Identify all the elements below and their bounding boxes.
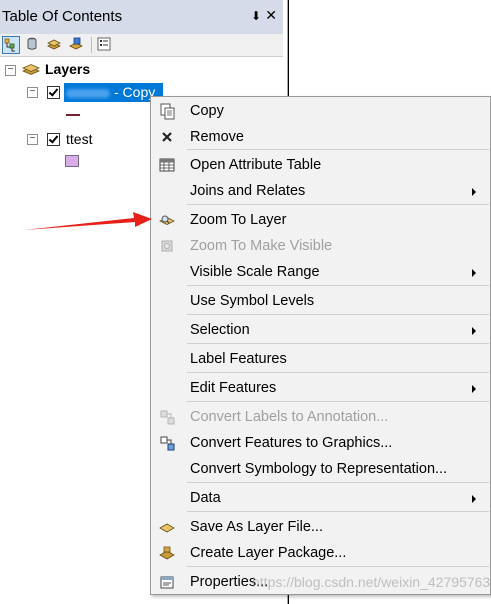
menu-item-create-layer-package[interactable]: Create Layer Package... <box>151 541 490 565</box>
copy-icon <box>160 103 175 120</box>
submenu-arrow-icon <box>472 269 476 277</box>
menu-item-save-as-layer-file[interactable]: Save As Layer File... <box>151 515 490 539</box>
menu-separator <box>187 204 489 205</box>
menu-separator <box>187 511 489 512</box>
convert-features-icon <box>160 436 175 451</box>
options-icon[interactable] <box>96 36 114 54</box>
menu-separator <box>187 566 489 567</box>
polygon-symbol-swatch[interactable] <box>65 155 79 167</box>
close-icon[interactable]: ✕ <box>265 7 277 24</box>
collapse-layer-copy-icon[interactable]: − <box>27 87 38 98</box>
menu-separator <box>187 401 489 402</box>
ttest-layer-name[interactable]: ttest <box>66 131 92 147</box>
ttest-visibility-checkbox[interactable] <box>47 133 60 146</box>
list-by-drawing-order-icon[interactable] <box>2 36 20 54</box>
menu-item-convert-symbology-to-representation[interactable]: Convert Symbology to Representation... <box>151 457 490 481</box>
layers-label: Layers <box>45 61 91 77</box>
toc-title-bar: Table Of Contents ⬇ ✕ <box>0 0 283 35</box>
menu-item-zoom-to-layer[interactable]: Zoom To Layer <box>151 208 490 232</box>
list-by-source-icon[interactable] <box>24 36 42 54</box>
table-icon <box>159 158 175 172</box>
menu-item-edit-features[interactable]: Edit Features <box>151 376 490 400</box>
menu-item-convert-features-to-graphics[interactable]: Convert Features to Graphics... <box>151 431 490 455</box>
menu-item-use-symbol-levels[interactable]: Use Symbol Levels <box>151 289 490 313</box>
toc-title: Table Of Contents <box>2 8 123 25</box>
layer-package-icon <box>159 546 175 560</box>
menu-separator <box>187 314 489 315</box>
watermark-text: https://blog.csdn.net/weixin_42795763 <box>252 574 491 590</box>
menu-item-joins-and-relates[interactable]: Joins and Relates <box>151 179 490 203</box>
submenu-arrow-icon <box>472 327 476 335</box>
toc-toolbar <box>0 34 283 57</box>
line-symbol-swatch[interactable] <box>66 114 80 116</box>
menu-item-zoom-to-make-visible[interactable]: Zoom To Make Visible <box>151 234 490 258</box>
properties-icon <box>160 576 174 589</box>
layers-frame-icon <box>22 64 40 75</box>
menu-item-selection[interactable]: Selection <box>151 318 490 342</box>
menu-separator <box>187 285 489 286</box>
menu-item-data[interactable]: Data <box>151 486 490 510</box>
submenu-arrow-icon <box>472 495 476 503</box>
pin-icon[interactable]: ⬇ <box>251 9 261 23</box>
submenu-arrow-icon <box>472 385 476 393</box>
menu-item-visible-scale-range[interactable]: Visible Scale Range <box>151 260 490 284</box>
redacted-text <box>66 88 110 98</box>
remove-icon <box>162 132 172 142</box>
selected-layer-name[interactable]: - Copy <box>64 83 163 102</box>
submenu-arrow-icon <box>472 188 476 196</box>
layer-file-icon <box>159 523 175 533</box>
menu-item-open-attribute-table[interactable]: Open Attribute Table <box>151 153 490 177</box>
menu-item-remove[interactable]: Remove <box>151 125 490 149</box>
list-by-selection-icon[interactable] <box>68 36 86 54</box>
menu-item-convert-labels-to-annotation[interactable]: Convert Labels to Annotation... <box>151 405 490 429</box>
menu-separator <box>187 149 489 150</box>
list-by-visibility-icon[interactable] <box>46 36 64 54</box>
zoom-to-layer-icon <box>159 215 175 225</box>
menu-separator <box>187 343 489 344</box>
layer-context-menu: Copy Remove Open Attribute Table Joins a… <box>150 96 491 595</box>
menu-item-label-features[interactable]: Label Features <box>151 347 490 371</box>
convert-labels-icon <box>160 410 175 425</box>
layer-copy-visibility-checkbox[interactable] <box>47 86 60 99</box>
collapse-layers-icon[interactable]: − <box>5 65 16 76</box>
collapse-ttest-icon[interactable]: − <box>27 134 38 145</box>
menu-separator <box>187 372 489 373</box>
menu-separator <box>187 482 489 483</box>
toolbar-divider <box>91 37 92 53</box>
menu-item-copy[interactable]: Copy <box>151 99 490 123</box>
zoom-visible-icon <box>161 240 173 252</box>
